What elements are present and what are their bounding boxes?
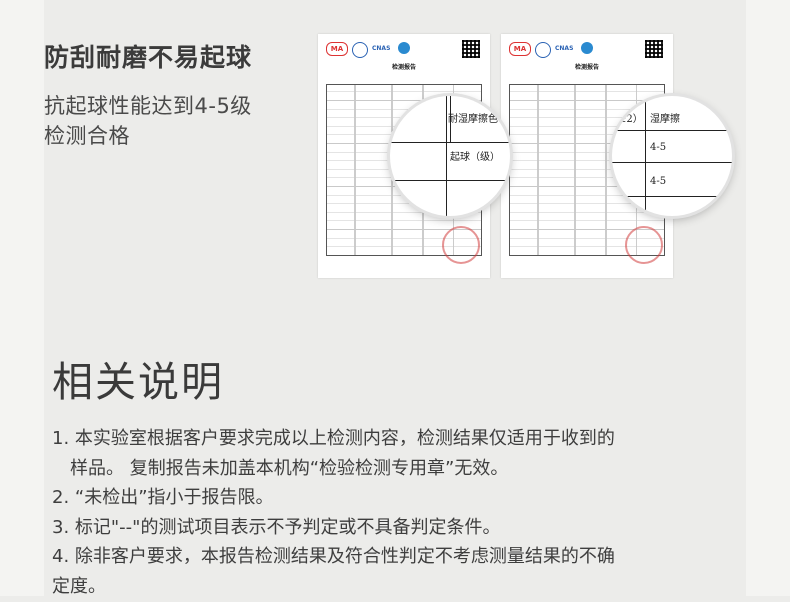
- ilac-logo-icon: [535, 42, 551, 58]
- mag-header-right: 湿摩擦: [650, 114, 680, 125]
- right-margin-strip: [746, 0, 790, 596]
- headline: 防刮耐磨不易起球: [44, 43, 253, 72]
- report-title: 检测报告: [574, 64, 599, 71]
- notes-section-title: 相关说明: [52, 358, 224, 406]
- table-rule: [612, 130, 732, 131]
- subtitle-line-1: 抗起球性能达到4-5级: [44, 94, 252, 118]
- table-rule: [612, 196, 732, 197]
- badge-logo-icon: [581, 42, 593, 54]
- notes-list: 1. 本实验室根据客户要求完成以上检测内容，检测结果仅适用于收到的 样品。 复制…: [52, 424, 742, 602]
- report-title: 检测报告: [391, 64, 416, 71]
- left-margin-strip: [0, 0, 44, 596]
- table-rule: [446, 96, 447, 216]
- certification-logos: MA CNAS: [326, 42, 410, 58]
- mag-header-left: ≥2）: [618, 114, 643, 125]
- magnifier-lens-2: ≥2） 湿摩擦 4-5 4-5: [612, 96, 732, 216]
- qr-code-icon: [462, 40, 480, 58]
- qr-code-icon: [645, 40, 663, 58]
- note-item: 4. 除非客户要求，本报告检测结果及符合性判定不考虑测量结果的不确: [52, 546, 615, 568]
- mag-value-1: 4-5: [650, 142, 667, 153]
- mag-row-label: 起球（级）: [450, 152, 500, 163]
- badge-logo-icon: [398, 42, 410, 54]
- table-rule: [645, 96, 646, 216]
- official-seal-icon: [442, 226, 480, 264]
- official-seal-icon: [625, 226, 663, 264]
- magnifier-lens-1: 耐湿摩擦色牢度（级） 起球（级） 白: [390, 96, 510, 216]
- cnas-logo-icon: CNAS: [372, 44, 391, 52]
- note-item: 3. 标记"--"的测试项目表示不予判定或不具备判定条件。: [52, 516, 501, 538]
- subtitle-line-2: 检测合格: [44, 124, 130, 148]
- ma-logo-icon: MA: [326, 42, 348, 56]
- cnas-logo-icon: CNAS: [555, 44, 574, 52]
- table-rule: [390, 180, 510, 181]
- mag-header-text: 耐湿摩擦色牢度（级）: [448, 114, 510, 125]
- table-rule: [390, 142, 510, 143]
- ma-logo-icon: MA: [509, 42, 531, 56]
- certification-logos: MA CNAS: [509, 42, 593, 58]
- note-item-continuation: 定度。: [52, 575, 106, 597]
- table-rule: [612, 162, 732, 163]
- note-item-continuation: 样品。 复制报告未加盖本机构“检验检测专用章”无效。: [70, 457, 509, 479]
- note-item: 1. 本实验室根据客户要求完成以上检测内容，检测结果仅适用于收到的: [52, 428, 615, 449]
- mag-value-2: 4-5: [650, 176, 667, 187]
- ilac-logo-icon: [352, 42, 368, 58]
- note-item: 2. “未检出”指小于报告限。: [52, 487, 274, 509]
